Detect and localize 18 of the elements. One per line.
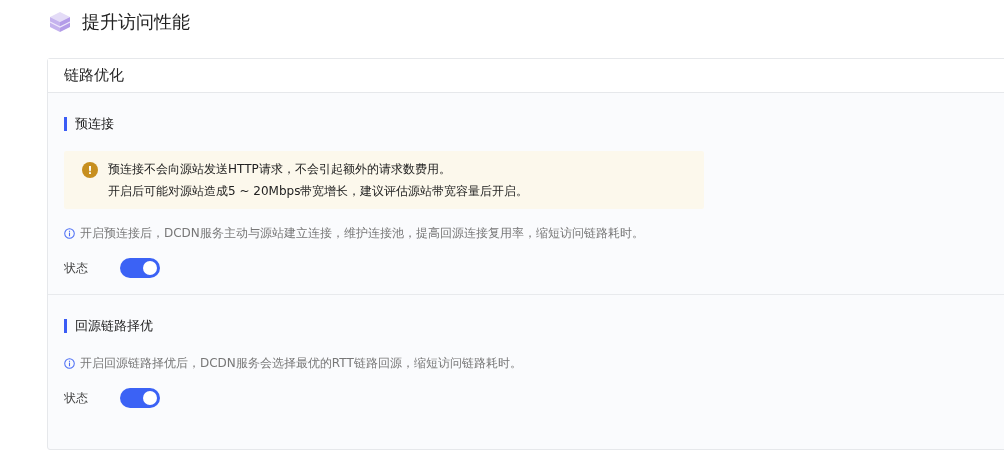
status-toggle[interactable] <box>120 388 160 408</box>
hint-text: 开启回源链路择优后，DCDN服务会选择最优的RTT链路回源，缩短访问链路耗时。 <box>80 355 522 372</box>
info-icon <box>64 358 75 369</box>
section-marker <box>64 319 67 333</box>
info-icon <box>64 228 75 239</box>
status-toggle[interactable] <box>120 258 160 278</box>
section-marker <box>64 117 67 131</box>
section-title: 预连接 <box>75 115 114 133</box>
hint-text: 开启预连接后，DCDN服务主动与源站建立连接，维护连接池，提高回源连接复用率，缩短访问链路耗时。 <box>80 225 644 242</box>
status-label: 状态 <box>64 259 88 277</box>
cube-icon <box>48 10 72 34</box>
warning-icon: ! <box>82 162 98 178</box>
alert-text: 开启后可能对源站造成5 ~ 20Mbps带宽增长，建议评估源站带宽容量后开启。 <box>108 183 529 200</box>
alert-text: 预连接不会向源站发送HTTP请求，不会引起额外的请求数费用。 <box>108 161 452 178</box>
status-label: 状态 <box>64 389 88 407</box>
card-title: 链路优化 <box>48 59 1004 93</box>
section-title: 回源链路择优 <box>75 317 153 335</box>
page-title: 提升访问性能 <box>82 10 190 34</box>
